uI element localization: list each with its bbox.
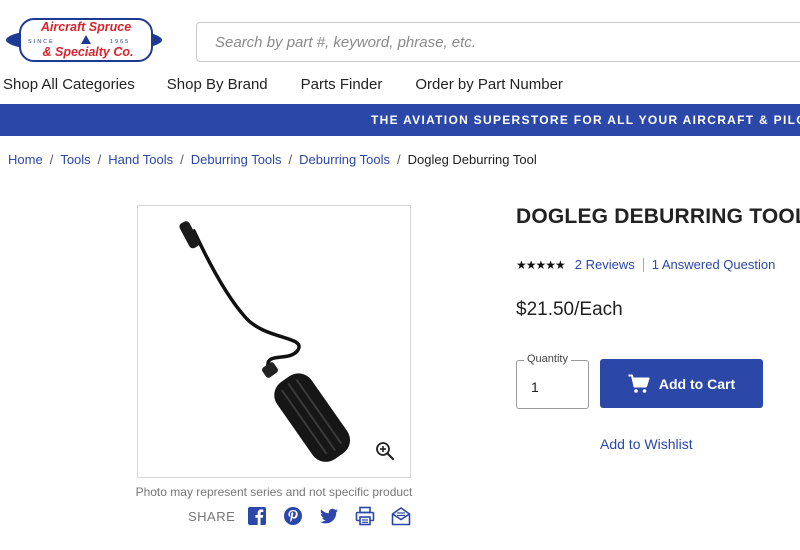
quantity-field[interactable]: Quantity <box>516 353 589 409</box>
questions-link[interactable]: 1 Answered Question <box>652 257 776 272</box>
image-caption: Photo may represent series and not speci… <box>135 485 413 499</box>
search-box[interactable] <box>196 22 800 62</box>
nav-shop-by-brand[interactable]: Shop By Brand <box>167 74 268 98</box>
breadcrumb-home[interactable]: Home <box>8 152 43 167</box>
site-logo[interactable]: Aircraft Spruce SINCE 1965 & Specialty C… <box>4 10 170 70</box>
breadcrumb-separator: / <box>396 152 401 167</box>
product-image[interactable] <box>137 205 411 478</box>
nav-order-by-part-number[interactable]: Order by Part Number <box>415 74 563 98</box>
add-to-cart-label: Add to Cart <box>658 375 736 392</box>
star-rating-icon[interactable]: ★★★★★ <box>516 258 566 272</box>
product-price: $21.50/Each <box>516 299 623 320</box>
deburring-tool-illustration <box>179 221 351 462</box>
add-to-cart-button[interactable]: Add to Cart <box>600 359 763 408</box>
banner-text: THE AVIATION SUPERSTORE FOR ALL YOUR AIR… <box>371 113 800 127</box>
breadcrumb-deburring-tools[interactable]: Deburring Tools <box>191 152 282 167</box>
breadcrumb-tools[interactable]: Tools <box>60 152 90 167</box>
breadcrumb-separator: / <box>97 152 102 167</box>
rating-divider <box>642 257 644 272</box>
twitter-icon[interactable] <box>319 506 339 526</box>
share-bar: SHARE <box>188 505 427 527</box>
breadcrumb: Home / Tools / Hand Tools / Deburring To… <box>8 152 537 167</box>
logo-text-line2: & Specialty Co. <box>43 45 134 59</box>
quantity-label: Quantity <box>524 353 571 365</box>
facebook-icon[interactable] <box>247 506 267 526</box>
breadcrumb-hand-tools[interactable]: Hand Tools <box>108 152 173 167</box>
pinterest-icon[interactable] <box>283 506 303 526</box>
rating-summary: ★★★★★ 2 Reviews 1 Answered Question <box>516 257 775 272</box>
breadcrumb-separator: / <box>288 152 293 167</box>
nav-parts-finder[interactable]: Parts Finder <box>301 74 383 98</box>
share-label: SHARE <box>188 508 236 524</box>
add-to-wishlist-link[interactable]: Add to Wishlist <box>600 436 693 452</box>
print-icon[interactable] <box>355 506 375 526</box>
breadcrumb-separator: / <box>49 152 54 167</box>
nav-shop-all-categories[interactable]: Shop All Categories <box>3 74 135 98</box>
email-icon[interactable] <box>391 506 411 526</box>
search-input[interactable] <box>197 23 800 61</box>
promo-banner: THE AVIATION SUPERSTORE FOR ALL YOUR AIR… <box>0 104 800 136</box>
reviews-link[interactable]: 2 Reviews <box>575 257 635 272</box>
breadcrumb-deburring-tools-sub[interactable]: Deburring Tools <box>299 152 390 167</box>
zoom-icon[interactable] <box>375 441 395 461</box>
logo-text-line1: Aircraft Spruce <box>40 20 131 34</box>
cart-icon <box>628 374 650 393</box>
breadcrumb-separator: / <box>180 152 184 167</box>
product-title: DOGLEG DEBURRING TOOL <box>516 205 800 228</box>
main-nav: Shop All Categories Shop By Brand Parts … <box>0 74 563 98</box>
quantity-input[interactable] <box>517 361 588 408</box>
breadcrumb-current: Dogleg Deburring Tool <box>407 152 537 167</box>
